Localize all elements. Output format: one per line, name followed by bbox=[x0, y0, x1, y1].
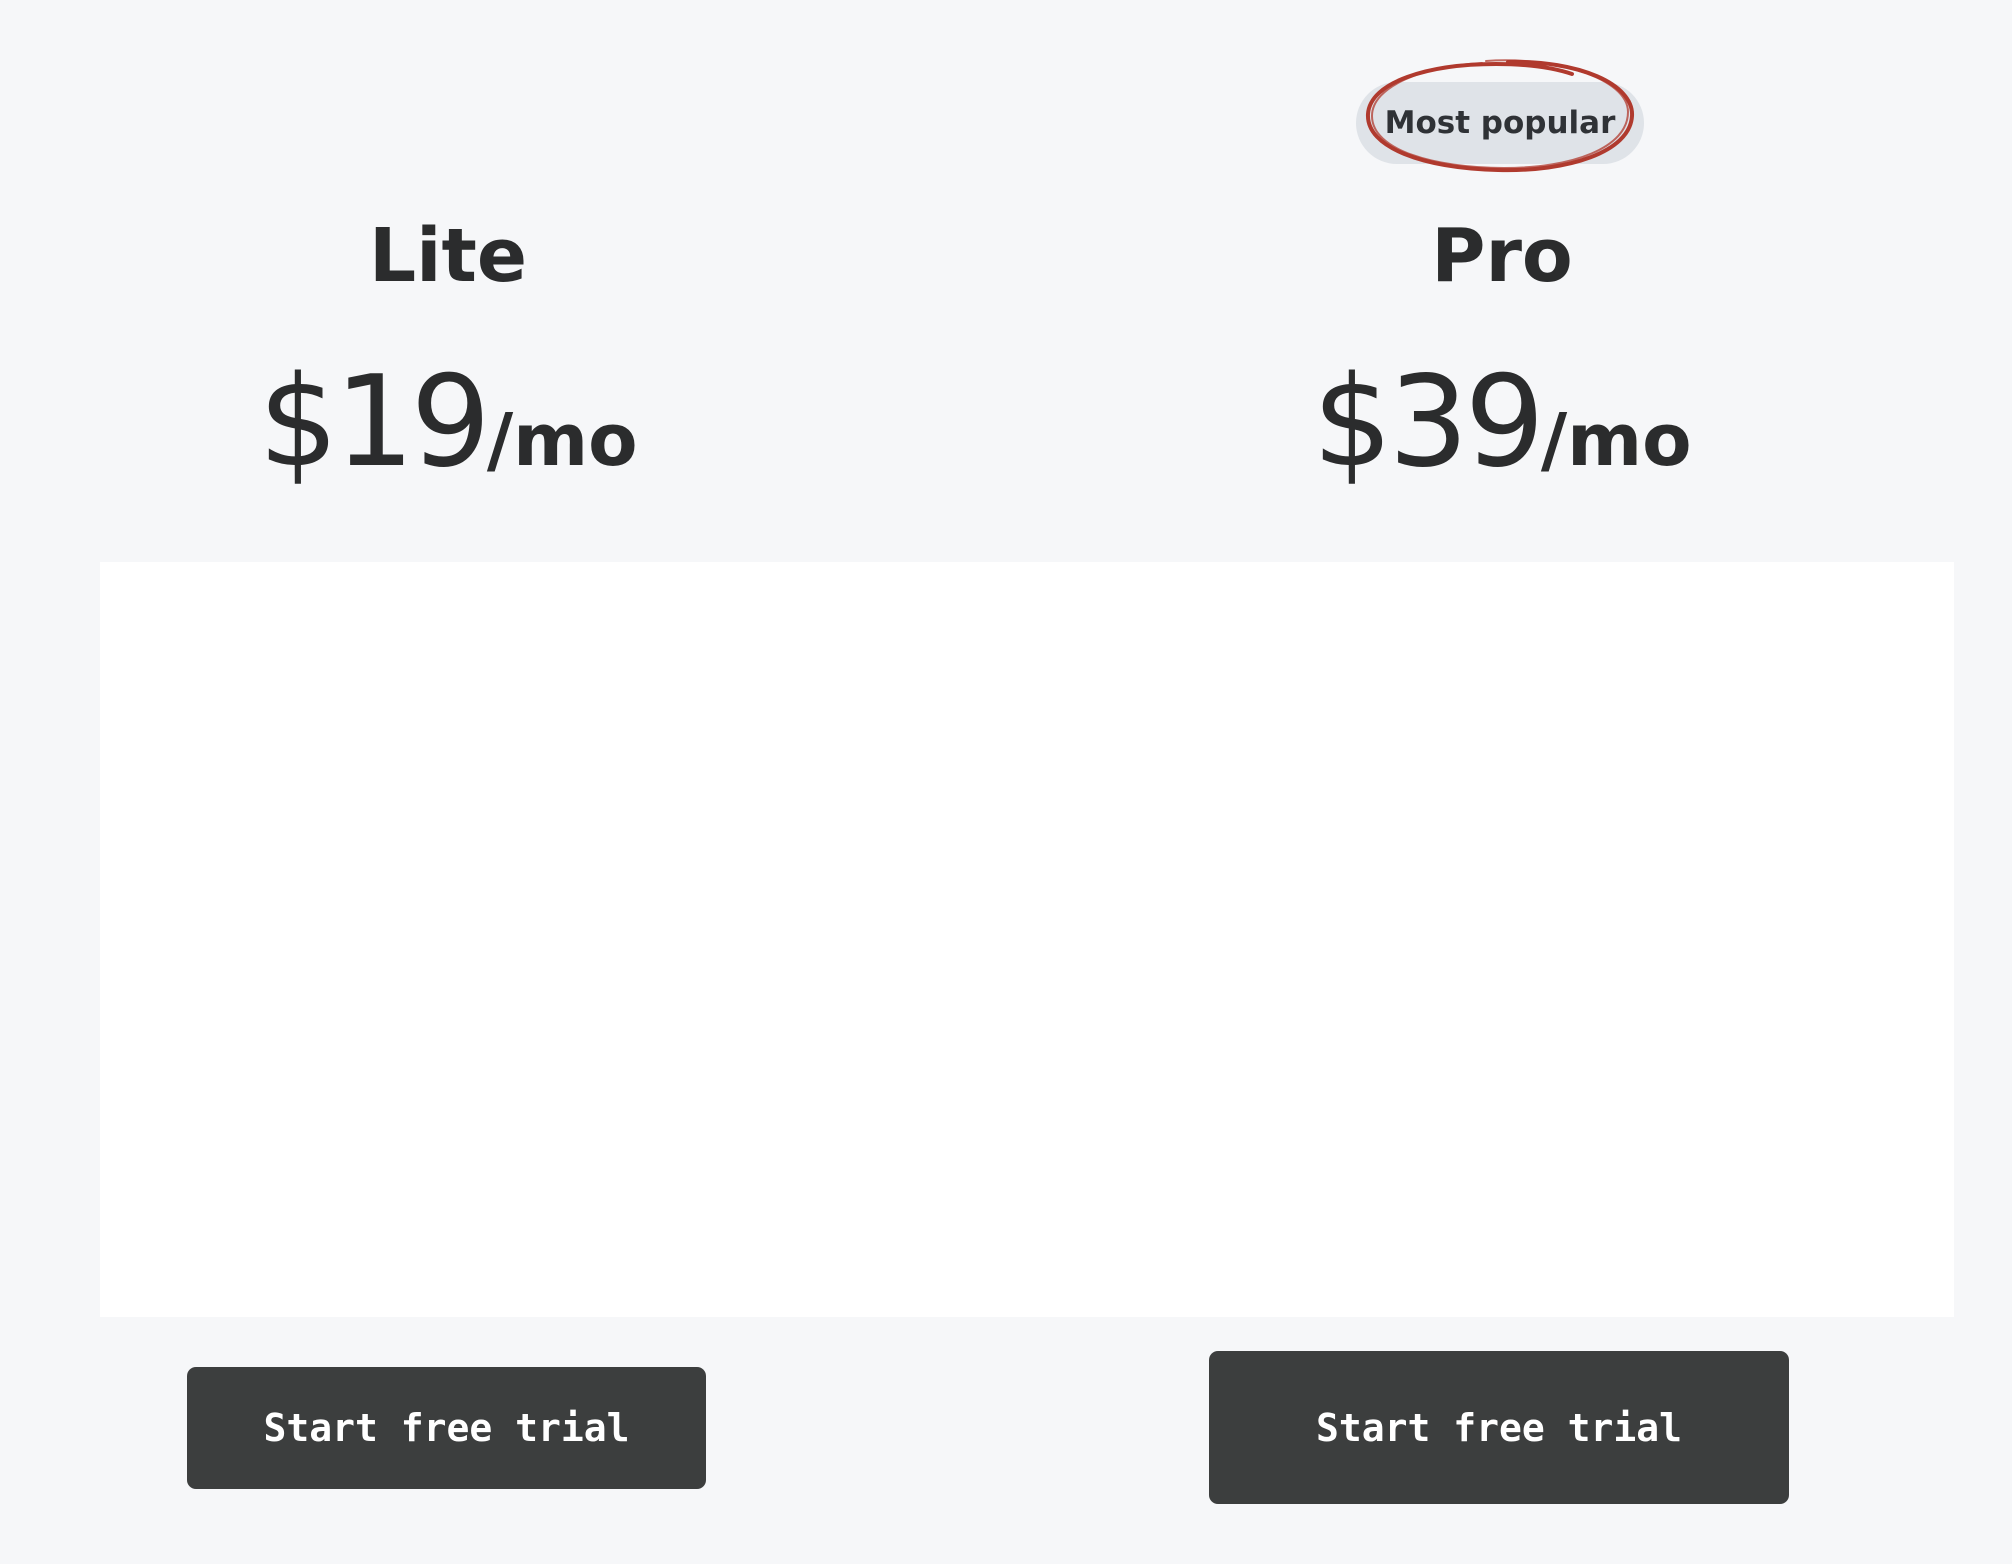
price-amount-lite: $19 bbox=[258, 348, 490, 495]
price-period-pro: /mo bbox=[1540, 398, 1692, 482]
plan-name-lite: Lite bbox=[368, 213, 528, 299]
plan-name-pro: Pro bbox=[1431, 213, 1573, 299]
price-lite: $19/mo bbox=[168, 352, 728, 530]
price-period-lite: /mo bbox=[486, 398, 638, 482]
start-free-trial-button-lite[interactable]: Start free trial bbox=[187, 1367, 706, 1489]
features-panel bbox=[100, 562, 1954, 1317]
hand-drawn-circle-annotation bbox=[1365, 59, 1635, 173]
start-free-trial-button-pro[interactable]: Start free trial bbox=[1209, 1351, 1789, 1504]
price-amount-pro: $39 bbox=[1312, 348, 1544, 495]
price-pro: $39/mo bbox=[1222, 352, 1782, 530]
